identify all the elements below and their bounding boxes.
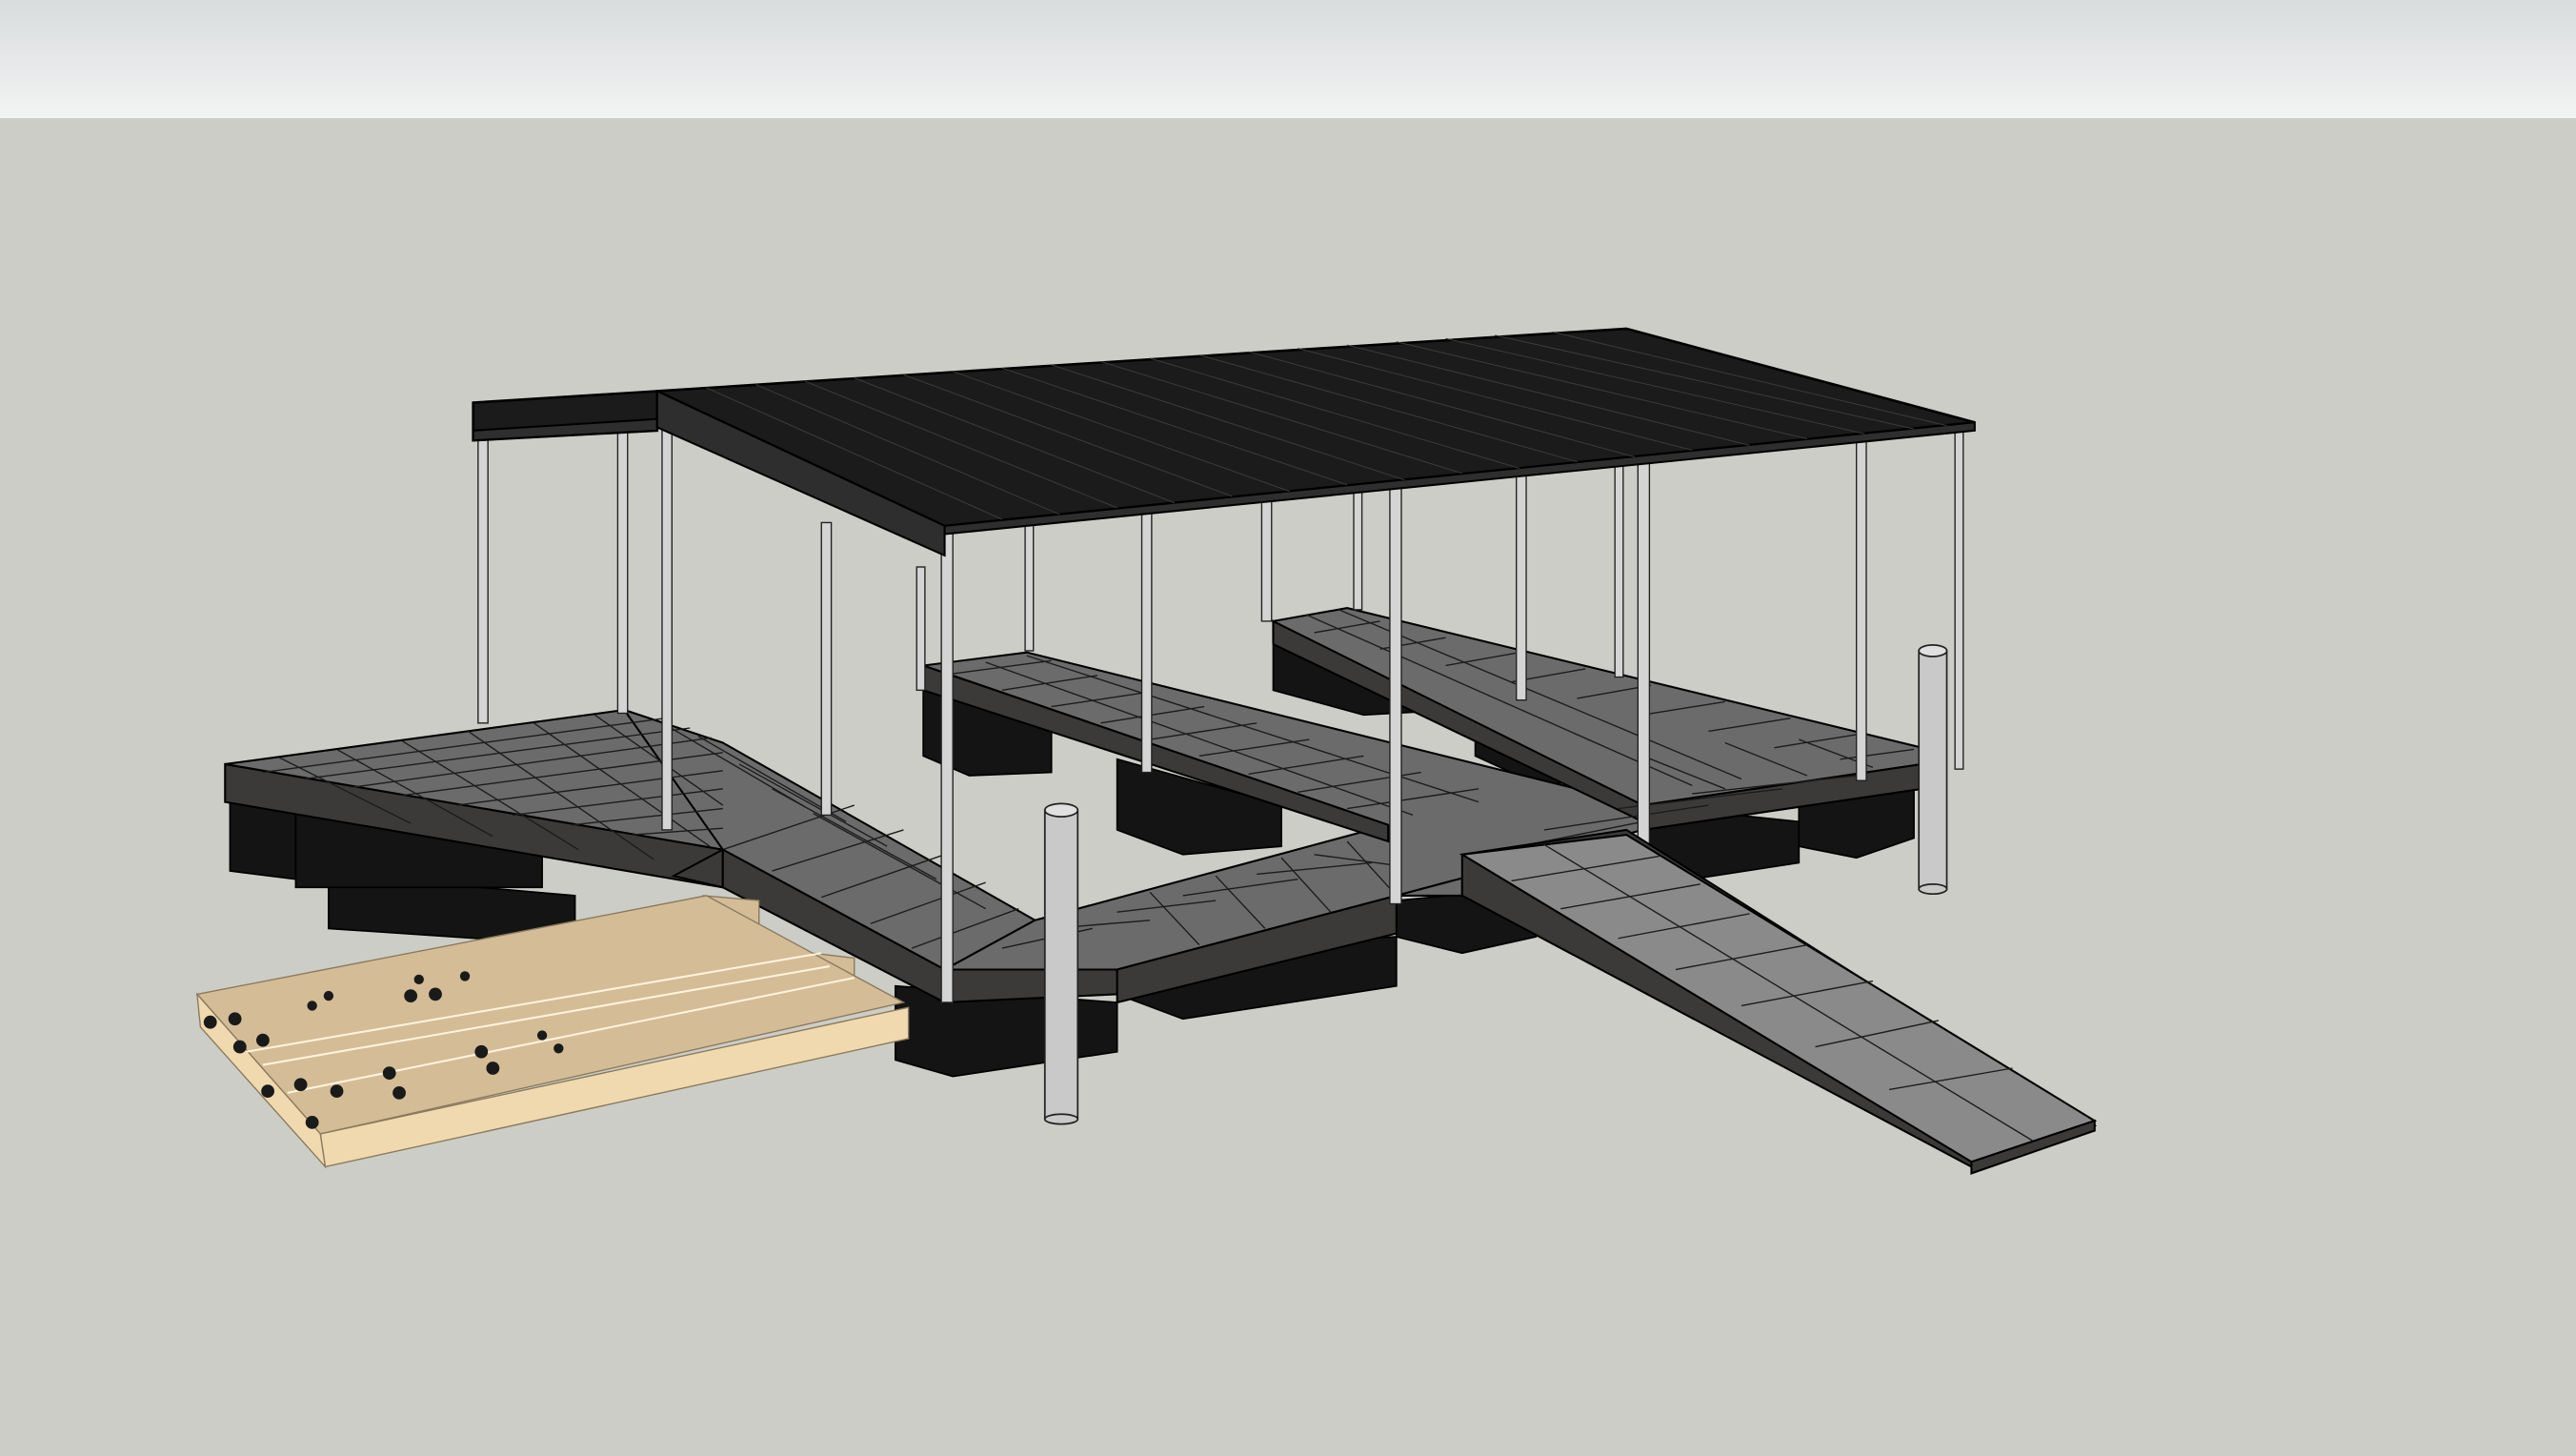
post: [940, 525, 954, 1003]
post: [661, 394, 674, 831]
roof: [472, 327, 1976, 557]
post: [616, 430, 629, 715]
piling-front: [1043, 802, 1079, 1125]
boat-dock-model[interactable]: [0, 0, 2576, 1456]
post: [1637, 455, 1651, 853]
post: [1954, 423, 1964, 770]
3d-viewport[interactable]: [0, 0, 2576, 1456]
post: [820, 521, 833, 817]
post: [1516, 469, 1527, 701]
post: [1614, 462, 1624, 678]
post: [1260, 496, 1273, 622]
post: [1855, 435, 1867, 781]
piling-right: [1918, 644, 1948, 896]
post: [916, 566, 926, 692]
post: [1024, 521, 1035, 652]
post: [1389, 478, 1402, 905]
lumber-blocks: [195, 895, 910, 1169]
post: [1140, 505, 1153, 774]
post: [477, 430, 489, 724]
post: [1353, 485, 1363, 611]
gangway-ramp: [1459, 828, 2098, 1175]
